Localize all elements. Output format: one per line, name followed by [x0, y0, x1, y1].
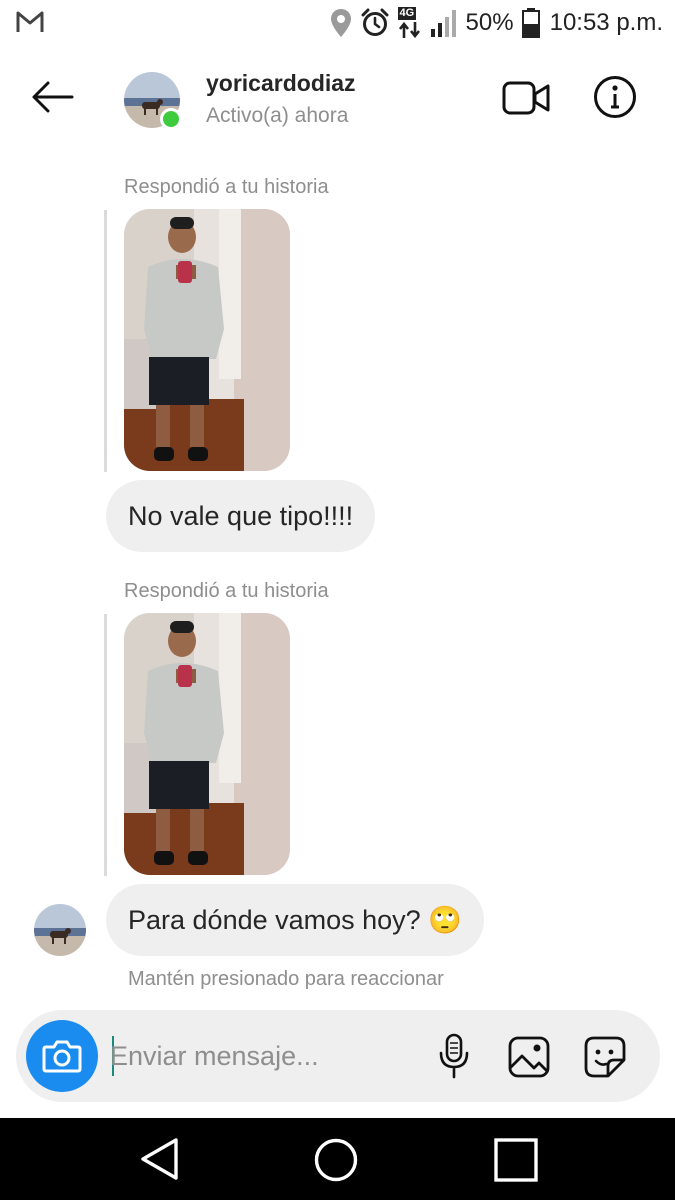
activity-status: Activo(a) ahora — [206, 104, 349, 127]
sticker-button[interactable] — [582, 1034, 628, 1080]
sticker-icon — [584, 1036, 626, 1078]
nav-back-button[interactable] — [130, 1134, 188, 1184]
nav-recents-icon — [494, 1138, 538, 1182]
story-reply-label: Respondió a tu historia — [124, 580, 329, 602]
nav-back-icon — [141, 1138, 178, 1180]
reaction-hint: Mantén presionado para reaccionar — [128, 968, 444, 990]
message-bubble[interactable]: No vale que tipo!!!! — [106, 480, 376, 552]
conversation-header: yoricardodiaz Activo(a) ahora — [0, 56, 675, 146]
story-thumbnail[interactable] — [124, 209, 290, 471]
battery-percent: 50% — [465, 9, 514, 36]
nav-home-icon — [314, 1138, 358, 1182]
back-button[interactable] — [24, 72, 80, 122]
camera-button[interactable] — [26, 1020, 98, 1092]
voice-message-button[interactable] — [436, 1032, 472, 1080]
nav-home-button[interactable] — [308, 1132, 364, 1188]
info-button[interactable] — [592, 74, 638, 120]
info-icon — [594, 76, 636, 118]
message-text: Para dónde vamos hoy? 🙄 — [128, 905, 462, 935]
video-call-button[interactable] — [500, 76, 552, 120]
sender-avatar[interactable] — [34, 904, 86, 956]
battery-icon — [521, 8, 540, 38]
back-arrow-icon — [32, 81, 74, 113]
story-reply-bar — [104, 210, 107, 472]
contact-avatar[interactable] — [124, 72, 182, 130]
story-reply-bar — [104, 614, 107, 876]
message-composer — [16, 1010, 660, 1102]
status-bar: 4G 50% 10:53 p.m. — [0, 0, 675, 48]
network-4g-icon: 4G — [397, 7, 422, 39]
gallery-button[interactable] — [506, 1034, 552, 1080]
system-nav-bar — [0, 1118, 675, 1200]
gallery-icon — [508, 1036, 550, 1078]
nav-recents-button[interactable] — [488, 1132, 544, 1188]
contact-username[interactable]: yoricardodiaz — [206, 70, 356, 97]
clock: 10:53 p.m. — [549, 9, 663, 36]
online-status-dot — [160, 108, 182, 130]
microphone-icon — [439, 1033, 469, 1079]
message-text: No vale que tipo!!!! — [128, 500, 354, 531]
story-reply-label: Respondió a tu historia — [124, 176, 329, 198]
signal-icon — [430, 10, 456, 37]
camera-icon — [42, 1040, 82, 1073]
alarm-icon — [361, 8, 389, 36]
gmail-icon — [16, 11, 44, 32]
video-call-icon — [502, 81, 550, 115]
message-input[interactable] — [110, 1030, 410, 1082]
message-bubble[interactable]: Para dónde vamos hoy? 🙄 — [106, 884, 484, 956]
location-icon — [330, 9, 351, 37]
story-thumbnail[interactable] — [124, 613, 290, 875]
